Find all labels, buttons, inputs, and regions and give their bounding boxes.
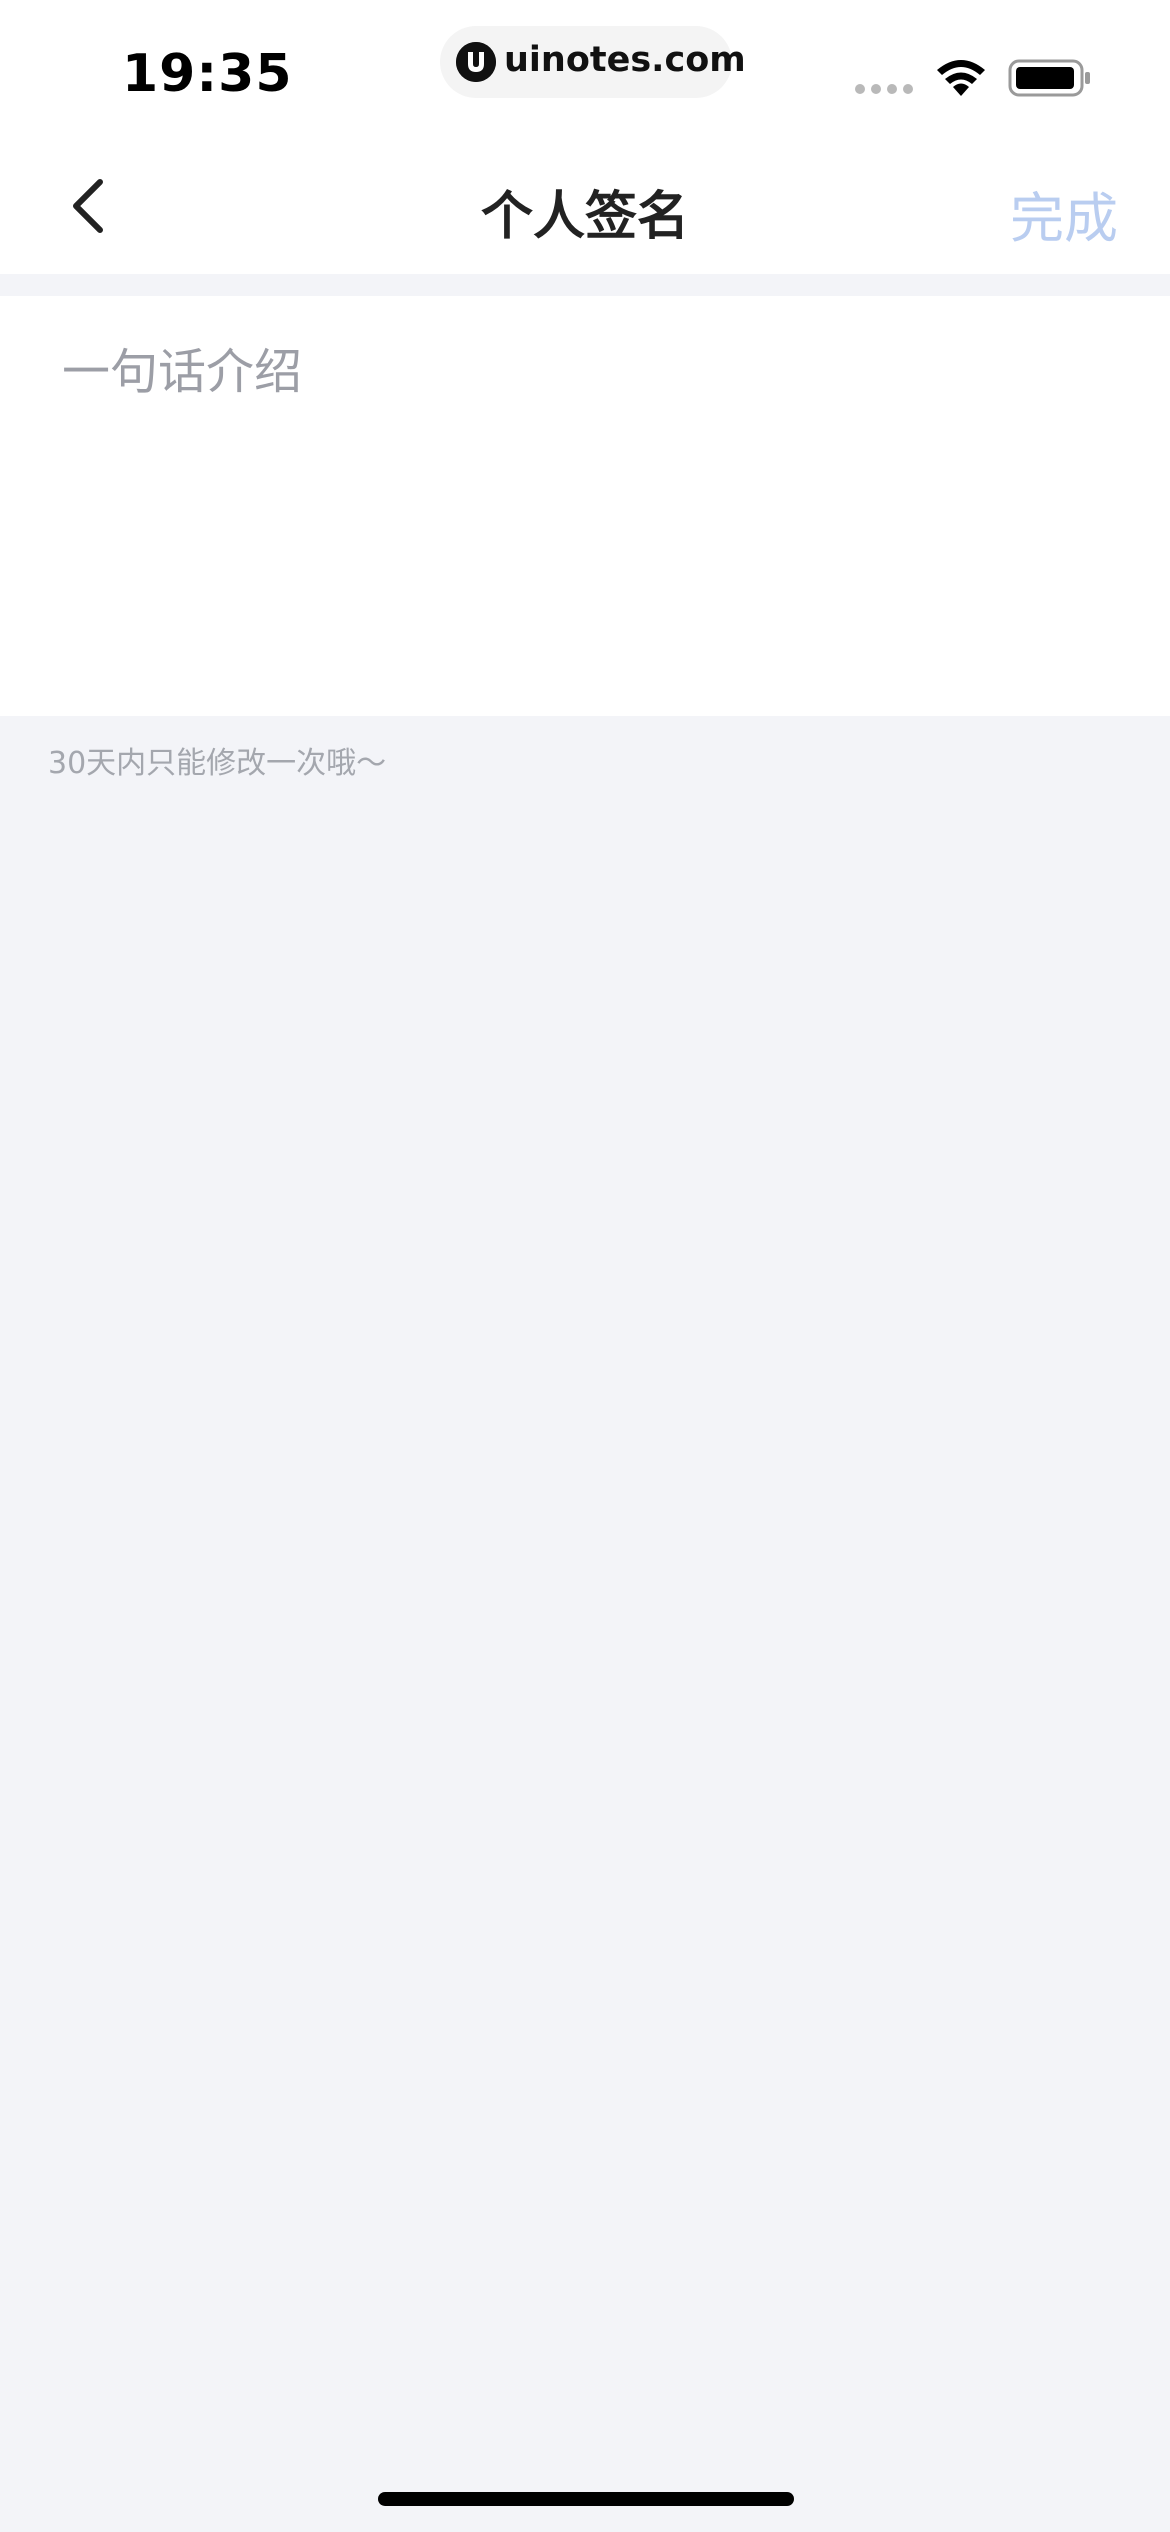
signature-input-area xyxy=(0,296,1170,716)
page-title: 个人签名 xyxy=(480,187,689,247)
signature-input[interactable] xyxy=(62,332,1102,672)
home-indicator[interactable] xyxy=(378,2492,794,2506)
wifi-icon xyxy=(937,60,985,96)
nav-bar: 个人签名 完成 xyxy=(0,140,1170,274)
status-bar: 19:35 uinotes.com xyxy=(0,0,1170,140)
url-text: uinotes.com xyxy=(504,40,746,80)
uinotes-logo-icon xyxy=(456,42,496,82)
battery-icon xyxy=(1008,59,1090,97)
edit-limit-hint: 30天内只能修改一次哦～ xyxy=(48,746,387,781)
signal-dots-icon xyxy=(855,84,915,94)
status-time: 19:35 xyxy=(122,44,293,104)
url-pill[interactable]: uinotes.com xyxy=(440,26,746,98)
done-button[interactable]: 完成 xyxy=(1010,174,1118,253)
